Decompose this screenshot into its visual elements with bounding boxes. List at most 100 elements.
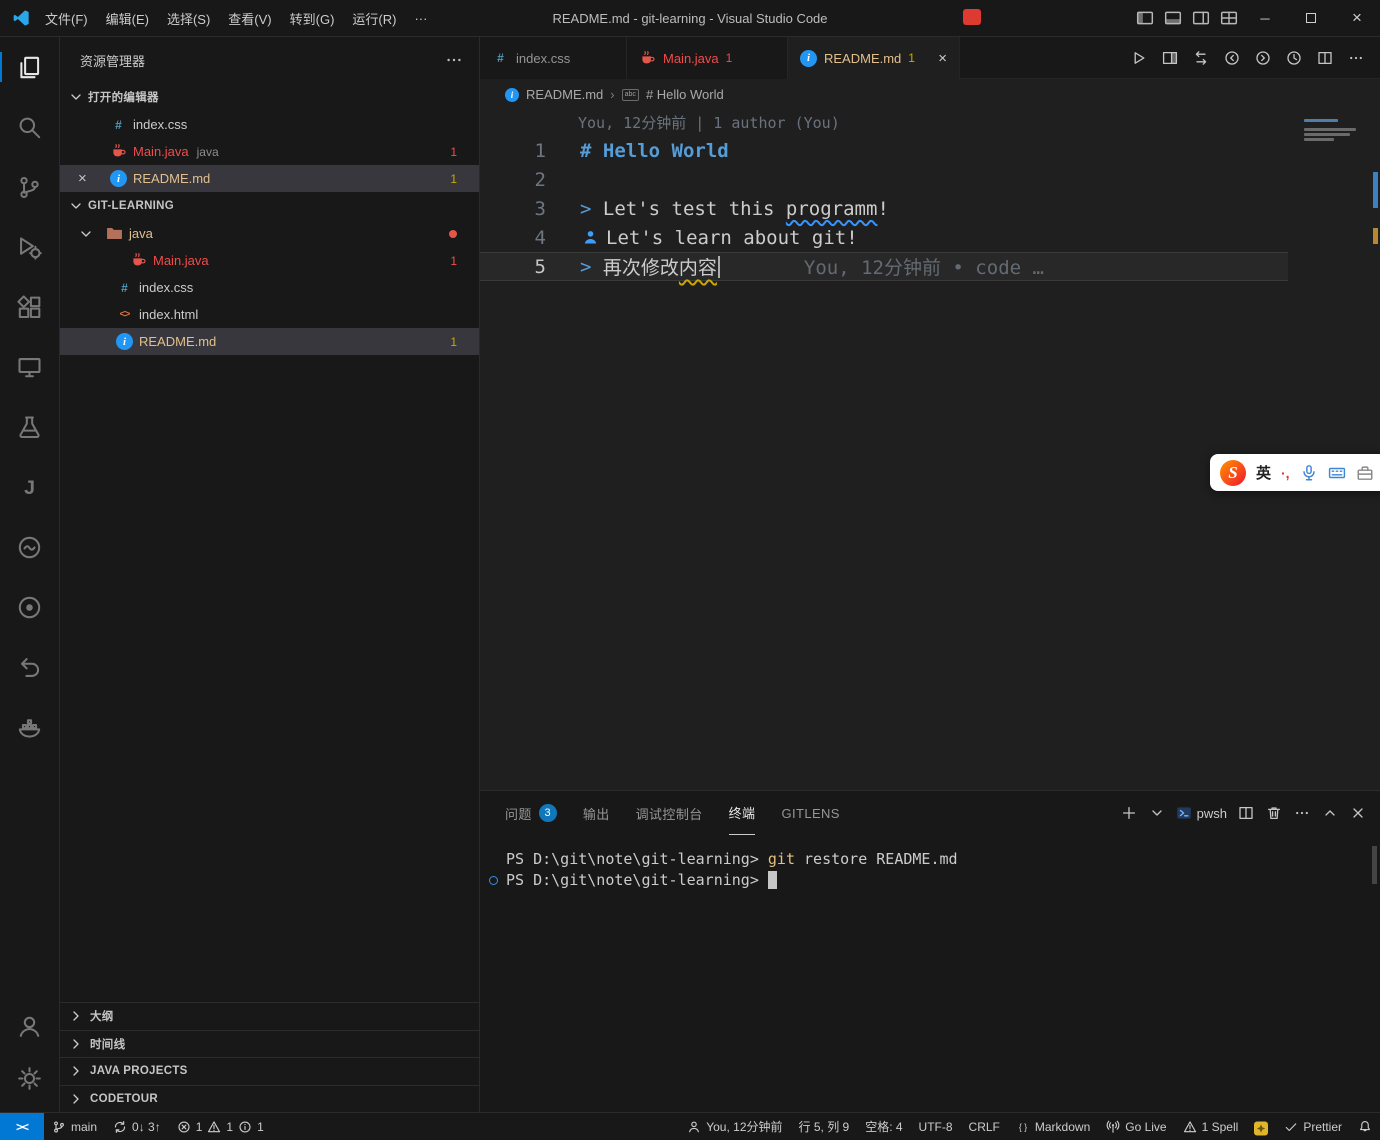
split-terminal-button[interactable] — [1234, 801, 1258, 825]
keyboard-icon[interactable] — [1328, 464, 1346, 482]
notifications[interactable] — [1350, 1113, 1380, 1140]
gradle-icon[interactable] — [0, 517, 59, 577]
menu-item[interactable]: 选择(S) — [158, 0, 219, 37]
settings-gear-icon[interactable] — [0, 1052, 59, 1104]
open-changes-button[interactable] — [1189, 46, 1213, 70]
launch-profile-button[interactable] — [1145, 801, 1169, 825]
tree-item-main-java[interactable]: Main.java1 — [60, 247, 479, 274]
testing-icon[interactable] — [0, 397, 59, 457]
tree-folder-java[interactable]: java — [60, 220, 479, 247]
explorer-more-actions-button[interactable] — [445, 51, 463, 69]
problems-tab[interactable]: 问题3 — [505, 791, 557, 835]
breadcrumb-symbol[interactable]: # Hello World — [646, 87, 724, 102]
tree-item-readme-md[interactable]: ×iREADME.md1 — [60, 165, 479, 192]
tree-item-index-css[interactable]: #index.css — [60, 274, 479, 301]
git-branch[interactable]: main — [44, 1113, 105, 1140]
cursor-position[interactable]: 行 5, 列 9 — [791, 1113, 858, 1140]
output-tab[interactable]: 输出 — [583, 791, 610, 835]
run-button[interactable] — [1127, 46, 1151, 70]
maximize-panel-button[interactable] — [1318, 801, 1342, 825]
close-panel-button[interactable] — [1346, 801, 1370, 825]
search-icon[interactable] — [0, 97, 59, 157]
encoding[interactable]: UTF-8 — [911, 1113, 961, 1140]
ime-mode-toggle[interactable]: 英 — [1256, 462, 1271, 483]
terminal[interactable]: PS D:\git\note\git-learning> git restore… — [480, 835, 1380, 1112]
punctuation-icon[interactable]: ·, — [1281, 465, 1290, 481]
docker-icon[interactable] — [0, 697, 59, 757]
minimize-button[interactable]: ─ — [1242, 0, 1288, 36]
run-debug-icon[interactable] — [0, 217, 59, 277]
codetour-section[interactable]: CODETOUR — [60, 1085, 479, 1113]
outline-section[interactable]: 大纲 — [60, 1002, 479, 1030]
section-header-workspace[interactable]: GIT-LEARNING — [60, 192, 479, 220]
next-change-button[interactable] — [1251, 46, 1275, 70]
menu-item[interactable]: 转到(G) — [281, 0, 344, 37]
gitlens-authors-lens[interactable]: You, 12分钟前 | 1 author (You) — [578, 110, 1380, 136]
tree-item-index-css[interactable]: #index.css — [60, 111, 479, 138]
terminal-shell-item[interactable]: pwsh — [1173, 801, 1230, 825]
tab-index-css[interactable]: #index.css — [480, 37, 627, 79]
menu-item[interactable]: 查看(V) — [219, 0, 280, 37]
accounts-icon[interactable] — [0, 1000, 59, 1052]
close-button[interactable]: × — [1334, 0, 1380, 36]
java-icon[interactable]: J — [0, 457, 59, 517]
timeline-section[interactable]: 时间线 — [60, 1030, 479, 1058]
tab-readme-md[interactable]: iREADME.md1× — [788, 37, 960, 79]
indentation[interactable]: 空格: 4 — [857, 1113, 910, 1140]
panel-more-button[interactable] — [1290, 801, 1314, 825]
tree-item-readme-md[interactable]: iREADME.md1 — [60, 328, 479, 355]
editor[interactable]: You, 12分钟前 | 1 author (You) 1# Hello Wor… — [480, 110, 1380, 790]
toggle-sidebar-icon[interactable] — [1136, 9, 1154, 27]
live-preview-icon[interactable] — [0, 577, 59, 637]
eol[interactable]: CRLF — [961, 1113, 1008, 1140]
timeline-button[interactable] — [1282, 46, 1306, 70]
title-bar: 文件(F)编辑(E)选择(S)查看(V)转到(G)运行(R) ··· READM… — [0, 0, 1380, 37]
open-preview-button[interactable] — [1158, 46, 1182, 70]
go-live[interactable]: Go Live — [1098, 1113, 1174, 1140]
previous-change-button[interactable] — [1220, 46, 1244, 70]
debug-console-tab[interactable]: 调试控制台 — [636, 791, 703, 835]
tab-main-java[interactable]: Main.java1 — [627, 37, 788, 79]
gitlens-tab[interactable]: GITLENS — [781, 791, 839, 835]
prettier[interactable]: Prettier — [1276, 1113, 1350, 1140]
more-actions-button[interactable] — [1344, 46, 1368, 70]
remote-indicator[interactable]: >< — [0, 1113, 44, 1140]
command-decoration-icon[interactable] — [489, 876, 498, 885]
tree-item-main-java[interactable]: Main.javajava1 — [60, 138, 479, 165]
toolbox-icon[interactable] — [1356, 464, 1374, 482]
git-sync[interactable]: 0↓ 3↑ — [105, 1113, 169, 1140]
menu-item[interactable]: 编辑(E) — [97, 0, 158, 37]
maximize-button[interactable] — [1288, 0, 1334, 36]
terminal-scrollbar[interactable] — [1372, 846, 1377, 884]
close-icon[interactable]: × — [938, 50, 947, 67]
problems[interactable]: 111 — [169, 1113, 272, 1140]
toggle-panel-icon[interactable] — [1164, 9, 1182, 27]
language-mode[interactable]: { }Markdown — [1008, 1113, 1098, 1140]
kill-terminal-button[interactable] — [1262, 801, 1286, 825]
sogou-logo-icon[interactable]: S — [1220, 460, 1246, 486]
minimap[interactable] — [1302, 114, 1368, 234]
new-terminal-button[interactable] — [1117, 801, 1141, 825]
source-control-icon[interactable] — [0, 157, 59, 217]
toggle-secondary-sidebar-icon[interactable] — [1192, 9, 1210, 27]
ime-toolbar[interactable]: S 英 ·, — [1210, 454, 1380, 491]
extensions-icon[interactable] — [0, 277, 59, 337]
section-header-open-editors[interactable]: 打开的编辑器 — [60, 83, 479, 111]
close-icon[interactable]: × — [78, 170, 104, 187]
gold-extension[interactable] — [1246, 1113, 1276, 1140]
menu-item[interactable]: 运行(R) — [343, 0, 405, 37]
terminal-tab[interactable]: 终端 — [729, 791, 756, 835]
menu-item[interactable]: 文件(F) — [36, 0, 97, 37]
customize-layout-icon[interactable] — [1220, 9, 1238, 27]
breadcrumb-file[interactable]: README.md — [526, 87, 603, 102]
tree-item-index-html[interactable]: <>index.html — [60, 301, 479, 328]
mic-icon[interactable] — [1300, 464, 1318, 482]
gitlens-blame[interactable]: You, 12分钟前 — [679, 1113, 790, 1140]
spell-checker[interactable]: 1 Spell — [1175, 1113, 1247, 1140]
split-editor-button[interactable] — [1313, 46, 1337, 70]
remote-explorer-icon[interactable] — [0, 337, 59, 397]
menu-overflow-button[interactable]: ··· — [405, 0, 436, 37]
java-projects-section[interactable]: JAVA PROJECTS — [60, 1057, 479, 1085]
codetour-icon[interactable] — [0, 637, 59, 697]
explorer-icon[interactable] — [0, 37, 59, 97]
